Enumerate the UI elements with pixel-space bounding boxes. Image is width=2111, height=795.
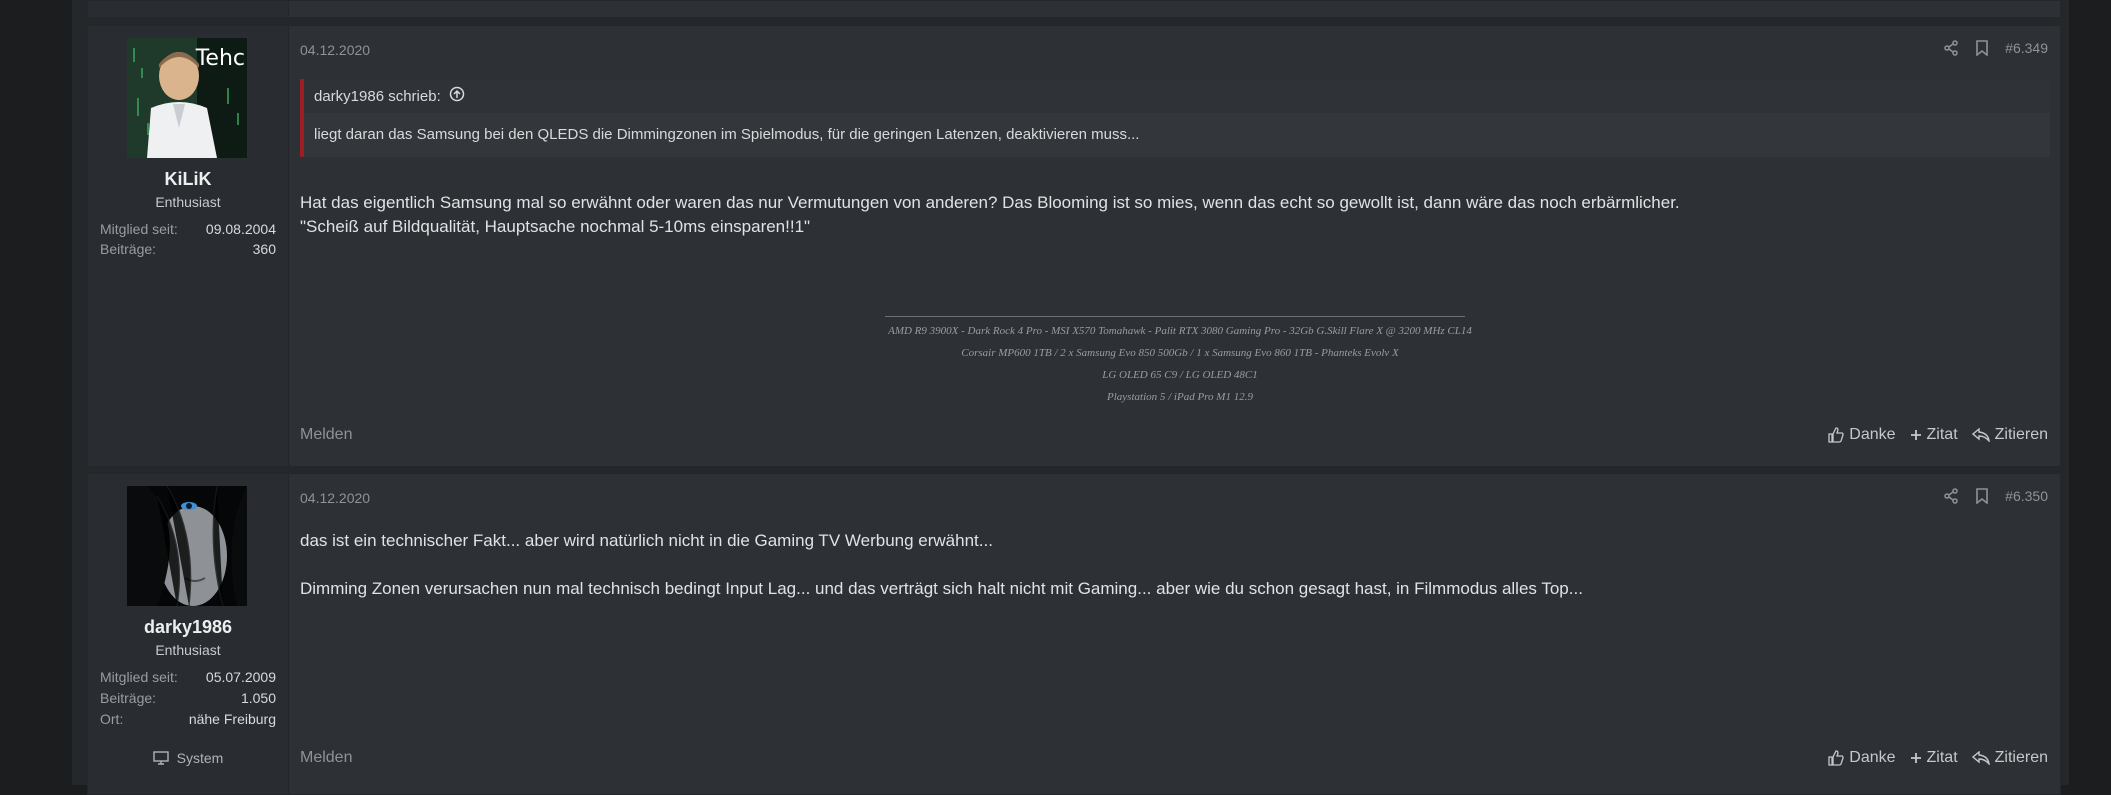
system-info-link[interactable]: System — [88, 750, 288, 766]
post-date[interactable]: 04.12.2020 — [300, 42, 370, 58]
stat-value[interactable]: 1.050 — [241, 690, 276, 706]
bookmark-icon[interactable] — [1975, 488, 1989, 504]
thanks-button[interactable]: Danke — [1828, 749, 1896, 767]
quote-text: liegt daran das Samsung bei den QLEDS di… — [314, 126, 1140, 143]
stat-value[interactable]: 360 — [253, 241, 276, 257]
message-line: "Scheiß auf Bildqualität, Hauptsache noc… — [300, 217, 811, 236]
report-link[interactable]: Melden — [300, 426, 352, 444]
previous-post-stub — [87, 0, 2061, 18]
message-line: Dimming Zonen verursachen nun mal techni… — [300, 579, 1583, 598]
thanks-button[interactable]: Danke — [1828, 426, 1896, 444]
reply-quote-button[interactable]: Zitieren — [1971, 749, 2048, 767]
plus-icon — [1910, 430, 1921, 440]
username[interactable]: KiLiK — [88, 169, 288, 190]
message-line: Hat das eigentlich Samsung mal so erwähn… — [300, 193, 1680, 212]
stat-member-since: Mitglied seit: 05.07.2009 — [100, 669, 276, 685]
stat-posts: Beiträge: 1.050 — [100, 690, 276, 706]
stat-posts: Beiträge: 360 — [100, 241, 276, 257]
bookmark-icon[interactable] — [1975, 40, 1989, 56]
stat-label: Beiträge: — [100, 690, 157, 706]
reply-icon — [1971, 751, 1990, 765]
share-icon[interactable] — [1943, 488, 1959, 504]
jump-to-quote-icon[interactable] — [449, 86, 465, 106]
user-title: Enthusiast — [155, 194, 221, 210]
post-number-link[interactable]: #6.349 — [2005, 40, 2048, 56]
post-footer: Melden Danke Zitat Zitieren — [300, 426, 2048, 444]
previous-post-user-column — [88, 1, 289, 17]
post-top-actions: #6.350 — [1943, 488, 2048, 504]
avatar[interactable]: Tehc — [127, 38, 247, 158]
stat-value: 05.07.2009 — [205, 669, 276, 685]
stat-value: nähe Freiburg — [188, 711, 276, 727]
thumbs-up-icon — [1828, 427, 1844, 443]
signature-divider — [885, 316, 1465, 317]
username[interactable]: darky1986 — [88, 617, 288, 638]
quote-header[interactable]: darky1986 schrieb: — [304, 79, 2050, 113]
share-icon[interactable] — [1943, 40, 1959, 56]
user-column: Tehc KiLiK Enthusiast Mitglied seit: 09.… — [88, 26, 289, 466]
footer-actions: Danke Zitat Zitieren — [1828, 749, 2048, 767]
stat-label: Mitglied seit: — [100, 669, 178, 685]
footer-actions: Danke Zitat Zitieren — [1828, 426, 2048, 444]
add-quote-button[interactable]: Zitat — [1910, 749, 1958, 767]
user-column: darky1986 Enthusiast Mitglied seit: 05.0… — [88, 474, 289, 794]
post-date[interactable]: 04.12.2020 — [300, 490, 370, 506]
signature-line: Corsair MP600 1TB / 2 x Samsung Evo 850 … — [961, 347, 1399, 359]
monitor-icon — [152, 751, 169, 765]
post-top-actions: #6.349 — [1943, 40, 2048, 56]
signature-line: Playstation 5 / iPad Pro M1 12.9 — [1107, 391, 1253, 403]
reply-quote-button[interactable]: Zitieren — [1971, 426, 2048, 444]
stat-location: Ort: nähe Freiburg — [100, 711, 276, 727]
post-number-link[interactable]: #6.350 — [2005, 488, 2048, 504]
thanks-label: Danke — [1849, 426, 1896, 443]
user-title: Enthusiast — [155, 642, 221, 658]
stat-label: Ort: — [100, 711, 124, 727]
quote-author[interactable]: darky1986 schrieb: — [314, 88, 441, 105]
post-footer: Melden Danke Zitat Zitieren — [300, 749, 2048, 767]
avatar-overlay-text: Tehc — [195, 46, 245, 71]
signature-line: AMD R9 3900X - Dark Rock 4 Pro - MSI X57… — [888, 325, 1472, 337]
add-quote-button[interactable]: Zitat — [1910, 426, 1958, 444]
thanks-label: Danke — [1849, 749, 1896, 766]
plus-icon — [1910, 753, 1921, 763]
avatar-image — [127, 486, 247, 606]
report-link[interactable]: Melden — [300, 749, 352, 767]
add-quote-label: Zitat — [1926, 426, 1958, 443]
message-line: das ist ein technischer Fakt... aber wir… — [300, 531, 993, 550]
reply-quote-label: Zitieren — [1994, 426, 2048, 443]
system-label: System — [176, 750, 224, 766]
stat-value: 09.08.2004 — [205, 221, 276, 237]
reply-icon — [1971, 428, 1990, 442]
thumbs-up-icon — [1828, 750, 1844, 766]
post-6350: darky1986 Enthusiast Mitglied seit: 05.0… — [87, 473, 2061, 795]
stat-label: Mitglied seit: — [100, 221, 178, 237]
avatar[interactable] — [127, 486, 247, 606]
post-6349: Tehc KiLiK Enthusiast Mitglied seit: 09.… — [87, 25, 2061, 467]
add-quote-label: Zitat — [1926, 749, 1958, 766]
reply-quote-label: Zitieren — [1994, 749, 2048, 766]
signature-line: LG OLED 65 C9 / LG OLED 48C1 — [1102, 369, 1258, 381]
stat-label: Beiträge: — [100, 241, 157, 257]
stat-member-since: Mitglied seit: 09.08.2004 — [100, 221, 276, 237]
quote-block: darky1986 schrieb: liegt daran das Samsu… — [300, 79, 2050, 157]
